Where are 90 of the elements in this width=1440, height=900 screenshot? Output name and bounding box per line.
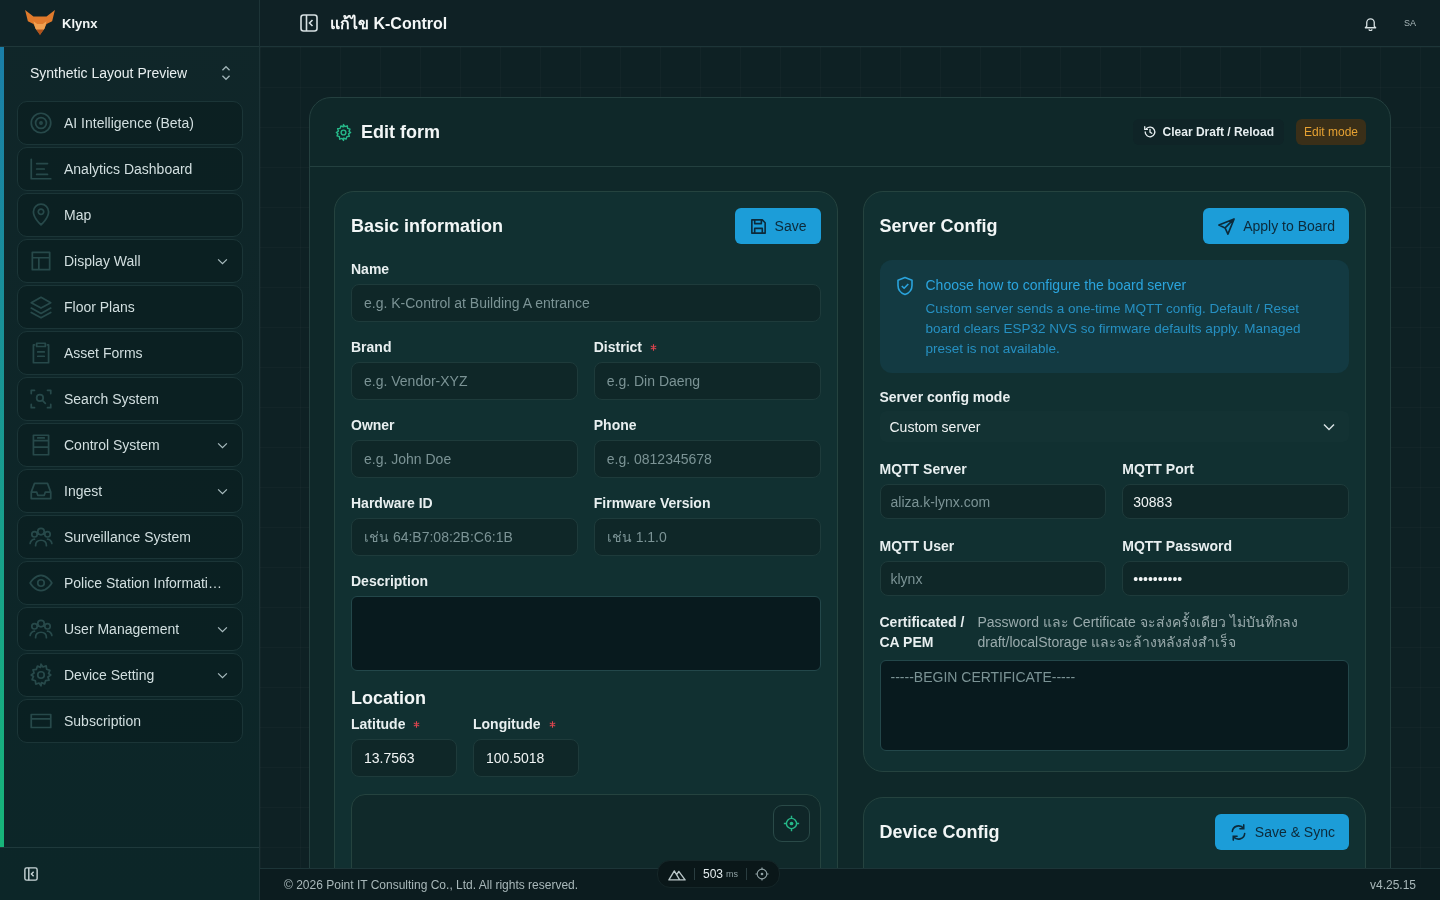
nav-item[interactable]: Subscription — [17, 699, 243, 743]
history-icon — [1142, 125, 1157, 139]
field-label: Owner — [351, 417, 395, 433]
chevron-down-icon — [217, 441, 228, 449]
gear-icon — [28, 662, 54, 688]
nav-item[interactable]: Search System — [17, 377, 243, 421]
workspace-switcher[interactable]: Synthetic Layout Preview — [17, 59, 243, 87]
brand-name: Klynx — [62, 15, 98, 31]
text-field[interactable]: เช่น 64:B7:08:2B:C6:1B — [351, 518, 578, 556]
notice-text: Custom server sends a one-time MQTT config. Default / Reset board clears ESP32 NVS so firmware defaults apply. Managed preset is not available. — [925, 300, 1302, 358]
field-label: Certificated / CA PEM — [879, 613, 966, 652]
nav-item[interactable]: Display Wall — [17, 239, 243, 283]
field-hint: Password และ Certificate จะส่งครั้งเดียว ไม่บันทึกลง draft/localStorage และจะล้างหลังส่งสำเร็จ — [977, 612, 1299, 652]
text-field[interactable]: e.g. Din Daeng — [593, 362, 821, 400]
bell-icon[interactable] — [1363, 15, 1378, 31]
text-field[interactable]: 13.7563 — [351, 739, 457, 777]
chevron-up-down-icon — [220, 65, 232, 81]
text-field[interactable]: e.g. K-Control at Building A entrance — [351, 284, 821, 322]
copyright-text: © 2026 Point IT Consulting Co., Ltd. All rights reserved. — [284, 877, 579, 892]
text-field[interactable]: aliza.k-lynx.com — [879, 484, 1107, 519]
gear-icon — [334, 122, 353, 142]
text-field[interactable]: •••••••••• — [1122, 561, 1349, 596]
field-label: Server config mode — [879, 389, 1012, 405]
locate-button[interactable] — [772, 805, 810, 842]
field-label: MQTT Port — [1122, 461, 1194, 477]
nav-item[interactable]: AI Intelligence (Beta) — [17, 101, 243, 145]
nav-item[interactable]: Floor Plans — [17, 285, 243, 329]
scan-search-icon — [28, 386, 54, 412]
nav-item[interactable]: Control System — [17, 423, 243, 467]
layout-icon — [28, 248, 54, 274]
list-chart-icon — [28, 156, 54, 182]
field-label: Firmware Version — [593, 495, 711, 511]
nav-item[interactable]: Surveillance System — [17, 515, 243, 559]
fox-logo-icon — [24, 9, 56, 37]
field-label: Name — [351, 261, 390, 277]
text-area-field[interactable] — [351, 596, 821, 671]
target-icon — [28, 110, 54, 136]
text-field[interactable]: e.g. Vendor-XYZ — [351, 362, 578, 400]
chevron-down-icon — [217, 625, 228, 633]
mountain-icon — [668, 867, 686, 881]
field-label: Brand — [351, 339, 392, 355]
save-and-sync-button[interactable]: Save & Sync — [1214, 814, 1349, 850]
shield-check-icon — [895, 276, 914, 296]
layers-icon — [28, 294, 54, 320]
page-title: แก้ไข K-Control — [330, 13, 448, 34]
nav-item[interactable]: Device Setting — [17, 653, 243, 697]
clear-draft-button[interactable]: Clear Draft / Reload — [1132, 119, 1284, 145]
text-field[interactable]: 30883 — [1122, 484, 1349, 519]
save-button[interactable]: Save — [734, 208, 821, 244]
section-title: Location — [351, 687, 427, 709]
section-title: Server Config — [879, 215, 998, 237]
nav-item[interactable]: User Management — [17, 607, 243, 651]
nav-item[interactable]: Police Station Informati… — [17, 561, 243, 605]
latency-unit: ms — [726, 869, 739, 879]
chevron-down-icon — [217, 487, 228, 495]
nav-item[interactable]: Analytics Dashboard — [17, 147, 243, 191]
nav-item[interactable]: Map — [17, 193, 243, 237]
mode-badge: Edit mode — [1295, 119, 1366, 145]
latency-value: 503 — [703, 867, 724, 881]
text-field[interactable]: klynx — [879, 561, 1107, 596]
field-label: District — [593, 339, 642, 355]
certificate-field[interactable]: -----BEGIN CERTIFICATE----- — [879, 660, 1349, 751]
text-field[interactable]: e.g. John Doe — [351, 440, 578, 478]
chevron-down-icon — [217, 257, 228, 265]
panel-collapse-icon[interactable] — [300, 14, 318, 32]
field-label: MQTT User — [879, 538, 955, 554]
field-label: MQTT Server — [879, 461, 967, 477]
field-label: MQTT Password — [1122, 538, 1232, 554]
send-icon — [1217, 216, 1237, 236]
notice-title: Choose how to configure the board server — [925, 276, 1188, 294]
text-field[interactable]: 100.5018 — [473, 739, 579, 777]
nav-item[interactable]: Ingest — [17, 469, 243, 513]
crosshair-icon — [782, 815, 800, 832]
chevron-down-icon — [1323, 422, 1335, 431]
section-title: Basic information — [351, 215, 504, 237]
field-label: Hardware ID — [351, 495, 433, 511]
version-text: v4.25.15 — [1369, 877, 1416, 892]
chevron-down-icon — [217, 671, 228, 679]
section-title: Device Config — [879, 821, 1000, 843]
text-field[interactable]: e.g. 0812345678 — [593, 440, 821, 478]
field-label: Latitude — [351, 716, 406, 732]
form-title: Edit form — [361, 121, 440, 143]
text-field[interactable]: เช่น 1.1.0 — [593, 518, 821, 556]
field-label: Phone — [593, 417, 637, 433]
field-label: Longitude — [473, 716, 541, 732]
crosshair-icon[interactable] — [755, 867, 770, 881]
field-label: Description — [351, 573, 428, 589]
panel-collapse-icon[interactable] — [24, 867, 38, 881]
apply-to-board-button[interactable]: Apply to Board — [1203, 208, 1349, 244]
nav-item[interactable]: Asset Forms — [17, 331, 243, 375]
